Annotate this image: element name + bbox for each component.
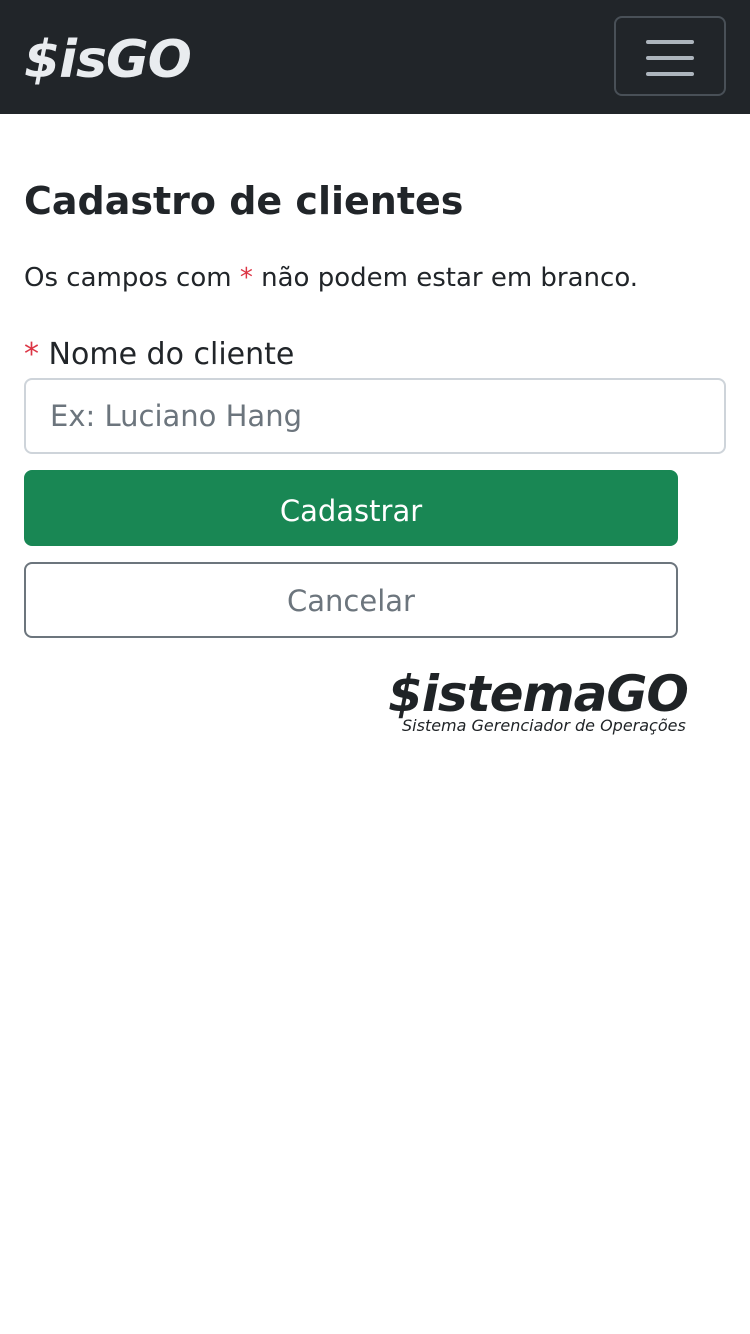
brand-logo[interactable]: $isGO (24, 28, 192, 92)
hamburger-icon-bar (646, 72, 694, 76)
note-prefix: Os campos com (24, 263, 232, 293)
client-name-label-text: Nome do cliente (48, 337, 295, 372)
hamburger-icon-bar (646, 56, 694, 60)
required-fields-note: Os campos com * não podem estar em branc… (24, 260, 638, 296)
note-suffix: não podem estar em branco. (261, 263, 639, 293)
cancel-button[interactable]: Cancelar (24, 562, 678, 638)
required-mark: * (239, 263, 253, 293)
client-name-label: * Nome do cliente (24, 336, 294, 374)
navbar: $isGO (0, 0, 750, 114)
page-title: Cadastro de clientes (24, 179, 464, 223)
menu-toggle-button[interactable] (614, 16, 726, 96)
logo-tagline: Sistema Gerenciador de Operações (402, 716, 686, 735)
logo-wordmark: $istemaGO (388, 665, 689, 723)
required-mark: * (24, 337, 39, 372)
client-name-input[interactable] (24, 378, 726, 454)
submit-button[interactable]: Cadastrar (24, 470, 678, 546)
hamburger-icon (646, 40, 694, 44)
sistemago-logo: $istemaGO Sistema Gerenciador de Operaçõ… (388, 666, 706, 742)
